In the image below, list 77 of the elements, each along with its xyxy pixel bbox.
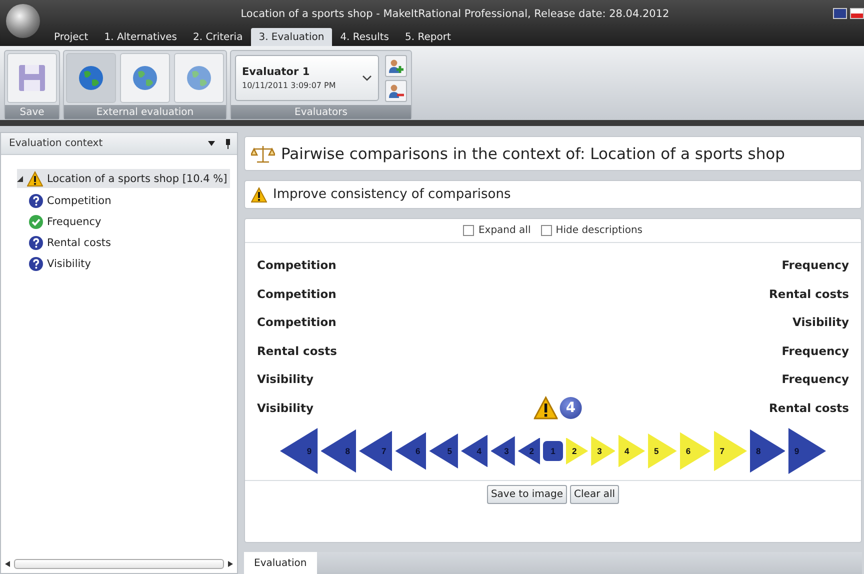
tree-label: Visibility xyxy=(47,258,92,270)
criterion-left: Competition xyxy=(257,315,336,330)
menu-tab[interactable]: Project xyxy=(46,28,96,46)
remove-evaluator-button[interactable] xyxy=(385,80,407,102)
action-button[interactable]: Clear all xyxy=(570,485,620,504)
criterion-left: Visibility xyxy=(257,400,314,415)
app-logo[interactable] xyxy=(6,4,40,38)
criterion-right: Frequency xyxy=(782,344,849,358)
add-evaluator-button[interactable] xyxy=(385,55,407,77)
scroll-left-icon[interactable] xyxy=(5,561,10,567)
group-label: External evaluation xyxy=(64,105,226,119)
scale-button[interactable]: 3 xyxy=(591,436,616,466)
criterion-left: Competition xyxy=(257,286,336,301)
help-icon xyxy=(29,194,43,208)
checkbox[interactable]: Expand all xyxy=(463,225,531,236)
scales-icon xyxy=(251,144,275,164)
help-icon xyxy=(29,236,43,250)
scale-button[interactable]: 4 xyxy=(618,434,646,468)
evaluator-name: Evaluator 1 xyxy=(242,66,311,78)
tree-item[interactable]: Frequency xyxy=(29,212,104,231)
scroll-right-icon[interactable] xyxy=(228,561,233,567)
criterion-left: Rental costs xyxy=(257,344,337,358)
criterion-right: Frequency xyxy=(782,258,849,272)
evaluator-dropdown[interactable]: Evaluator 1 10/11/2011 3:09:07 PM xyxy=(235,55,379,101)
scale-button[interactable]: 5 xyxy=(648,433,677,469)
tree-label: Frequency xyxy=(47,216,102,228)
add-user-icon xyxy=(388,58,404,74)
tree-item[interactable]: Location of a sports shop [10.4 %] xyxy=(17,169,230,188)
dropdown-icon[interactable] xyxy=(208,141,215,146)
horizontal-scrollbar[interactable] xyxy=(14,559,224,569)
scale-button[interactable]: 6 xyxy=(680,432,711,470)
menu-tab[interactable]: 5. Report xyxy=(397,28,459,46)
floppy-icon xyxy=(17,63,47,93)
tree-item[interactable]: Rental costs xyxy=(29,233,114,252)
menu-tab[interactable]: 3. Evaluation xyxy=(250,28,332,46)
action-button[interactable]: Save to image xyxy=(486,485,568,504)
globe-button[interactable] xyxy=(66,53,116,103)
flag-icon[interactable] xyxy=(833,8,847,19)
evaluator-date: 10/11/2011 3:09:07 PM xyxy=(242,81,337,90)
checkbox[interactable]: Hide descriptions xyxy=(540,225,643,236)
globe-icon xyxy=(131,64,159,92)
tree-label: Rental costs xyxy=(47,236,111,248)
globe-icon xyxy=(77,64,105,92)
criterion-right: Rental costs xyxy=(769,400,849,415)
menu-tab[interactable]: 4. Results xyxy=(332,28,398,46)
window-title: Location of a sports shop - MakeItRational Professional, Release date: 28.04.2012 xyxy=(240,8,670,20)
criterion-right: Rental costs xyxy=(769,286,849,301)
warning-icon xyxy=(251,186,267,202)
chevron-down-icon xyxy=(362,75,372,81)
pin-icon[interactable] xyxy=(225,138,231,148)
criterion-right: Frequency xyxy=(782,372,849,386)
tree-item[interactable]: Competition xyxy=(29,191,114,210)
tree-item[interactable]: Visibility xyxy=(29,254,94,273)
menu-tab[interactable]: 1. Alternatives xyxy=(96,28,186,46)
criterion-left: Competition xyxy=(257,258,336,272)
count-badge: 4 xyxy=(560,396,582,418)
help-icon xyxy=(29,256,43,270)
warning-icon xyxy=(27,170,43,186)
criterion-right: Visibility xyxy=(792,315,849,330)
globe-button[interactable] xyxy=(120,53,170,103)
flag-icon[interactable] xyxy=(850,8,864,19)
tree-label: Location of a sports shop [10.4 %] xyxy=(47,172,228,184)
bottom-tab[interactable]: Evaluation xyxy=(244,552,317,574)
group-label: Evaluators xyxy=(231,105,411,119)
group-label: Save xyxy=(5,105,59,119)
tree-label: Competition xyxy=(47,194,112,206)
check-icon xyxy=(29,214,43,228)
menu-tab[interactable]: 2. Criteria xyxy=(185,28,251,46)
criterion-left: Visibility xyxy=(257,372,314,386)
scale-button[interactable]: 2 xyxy=(566,438,588,464)
warning-text: Improve consistency of comparisons xyxy=(273,187,511,202)
globe-icon xyxy=(185,64,213,92)
warning-icon xyxy=(534,396,558,420)
heading: Pairwise comparisons in the context of: Location of a sports shop xyxy=(281,144,786,162)
panel-title: Evaluation context xyxy=(9,138,104,149)
scale-button[interactable]: 7 xyxy=(714,430,747,472)
remove-user-icon xyxy=(388,83,404,99)
